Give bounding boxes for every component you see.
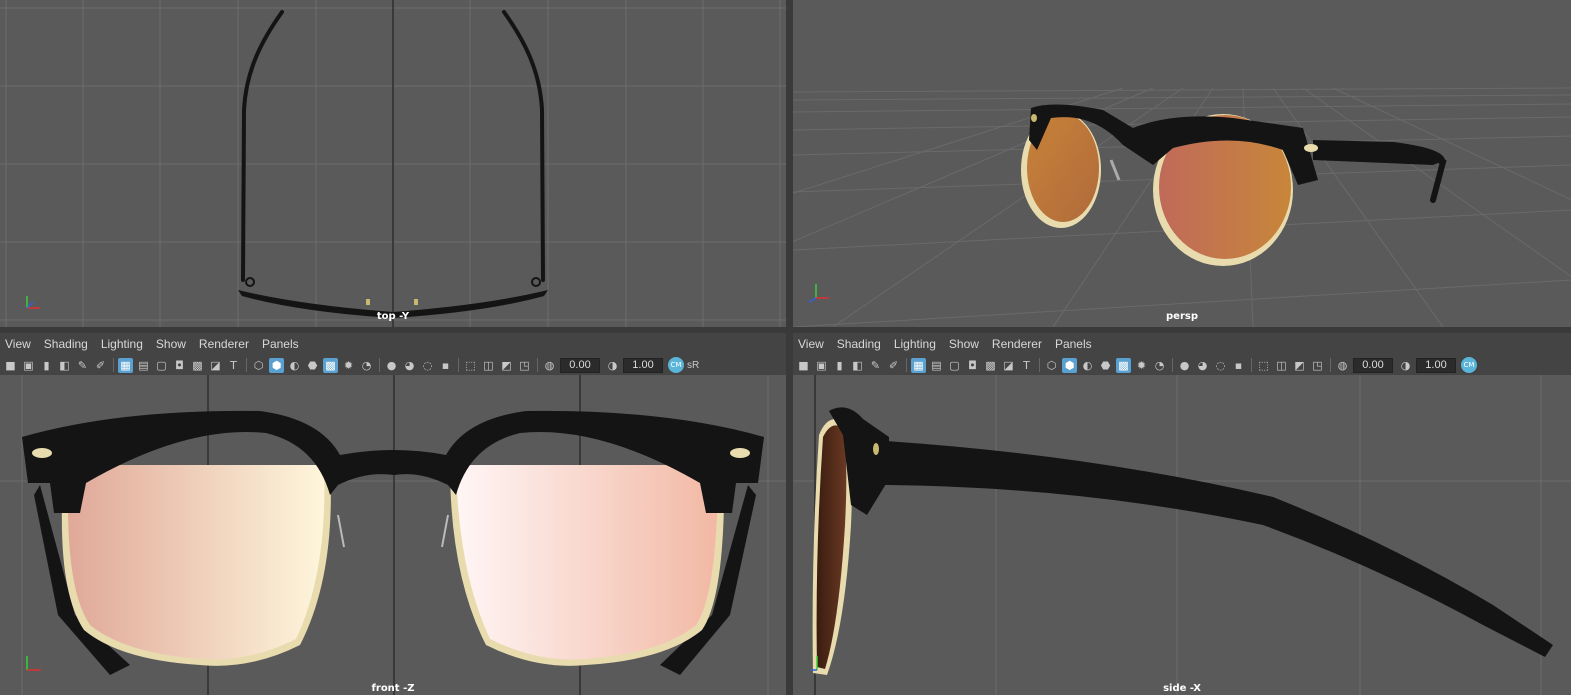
menu-show[interactable]: Show: [949, 337, 979, 351]
menu-view[interactable]: View: [798, 337, 824, 351]
safe-action-icon[interactable]: ◪: [208, 358, 223, 373]
resolution-gate-icon[interactable]: ▢: [154, 358, 169, 373]
xray-icon[interactable]: ◫: [1274, 358, 1289, 373]
menu-lighting[interactable]: Lighting: [894, 337, 936, 351]
bookmark-icon[interactable]: ▮: [832, 358, 847, 373]
xray-icon[interactable]: ◫: [481, 358, 496, 373]
image-plane-icon[interactable]: ◧: [850, 358, 865, 373]
xray-active-components-icon[interactable]: ◩: [1292, 358, 1307, 373]
safe-title-icon[interactable]: T: [1019, 358, 1034, 373]
viewport-top[interactable]: top -Y: [0, 0, 786, 327]
menu-shading[interactable]: Shading: [44, 337, 88, 351]
wireframe-icon[interactable]: ⬡: [251, 358, 266, 373]
wireframe-icon[interactable]: ⬡: [1044, 358, 1059, 373]
menu-renderer[interactable]: Renderer: [199, 337, 249, 351]
textured-icon[interactable]: ▩: [1116, 357, 1131, 373]
screen-space-ao-icon[interactable]: ●: [1177, 358, 1192, 373]
anti-aliasing-icon[interactable]: ◌: [1213, 358, 1228, 373]
gamma-field[interactable]: 1.00: [623, 357, 663, 373]
safe-action-icon[interactable]: ◪: [1001, 358, 1016, 373]
panel-menubar: View Shading Lighting Show Renderer Pane…: [793, 333, 1571, 355]
motion-blur-icon[interactable]: ◕: [1195, 358, 1210, 373]
grease-pencil-icon[interactable]: ✐: [93, 358, 108, 373]
menu-lighting[interactable]: Lighting: [101, 337, 143, 351]
panel-toolbar: ■ ▣ ▮ ◧ ✎ ✐ ▦ ▤ ▢ ◘ ▩ ◪ T ⬡ ⬢ ◐ ⬣ ▩ ✹ ◔ …: [793, 355, 1571, 375]
two-d-pan-zoom-icon[interactable]: ✎: [868, 358, 883, 373]
viewport-splitter-horizontal[interactable]: [0, 327, 1571, 333]
menu-panels[interactable]: Panels: [262, 337, 299, 351]
xray-joints-icon[interactable]: ◳: [517, 358, 532, 373]
wireframe-on-shaded-icon[interactable]: ⬣: [1098, 358, 1113, 373]
image-plane-icon[interactable]: ◧: [57, 358, 72, 373]
wireframe-on-shaded-icon[interactable]: ⬣: [305, 358, 320, 373]
field-chart-icon[interactable]: ▩: [983, 358, 998, 373]
two-d-pan-zoom-icon[interactable]: ✎: [75, 358, 90, 373]
menu-renderer[interactable]: Renderer: [992, 337, 1042, 351]
resolution-gate-icon[interactable]: ▢: [947, 358, 962, 373]
grid-toggle-icon[interactable]: ▦: [911, 357, 926, 373]
camera-label-persp: persp: [1166, 311, 1198, 322]
side-view-canvas[interactable]: [793, 375, 1571, 695]
menu-panels[interactable]: Panels: [1055, 337, 1092, 351]
camera-label-top: top -Y: [376, 311, 410, 322]
front-view-canvas[interactable]: [0, 375, 786, 695]
menu-shading[interactable]: Shading: [837, 337, 881, 351]
motion-blur-icon[interactable]: ◕: [402, 358, 417, 373]
camera-label-side: side -X: [1163, 683, 1201, 694]
isolate-select-icon[interactable]: ⬚: [1256, 358, 1271, 373]
gamma-icon[interactable]: ◑: [605, 358, 620, 373]
persp-view-canvas[interactable]: [793, 0, 1571, 327]
menu-view[interactable]: View: [5, 337, 31, 351]
use-lights-icon[interactable]: ✹: [1134, 358, 1149, 373]
camera-label-front: front -Z: [371, 683, 415, 694]
viewport-front[interactable]: View Shading Lighting Show Renderer Pane…: [0, 333, 786, 695]
select-camera-icon[interactable]: ■: [3, 358, 18, 373]
color-management-icon[interactable]: CM: [1461, 357, 1477, 373]
panel-menubar: View Shading Lighting Show Renderer Pane…: [0, 333, 786, 355]
field-chart-icon[interactable]: ▩: [190, 358, 205, 373]
safe-title-icon[interactable]: T: [226, 358, 241, 373]
film-gate-icon[interactable]: ▤: [136, 358, 151, 373]
exposure-icon[interactable]: ◍: [542, 358, 557, 373]
color-management-icon[interactable]: CM: [668, 357, 684, 373]
gate-mask-icon[interactable]: ◘: [965, 358, 980, 373]
smooth-shade-icon[interactable]: ⬢: [269, 357, 284, 373]
bookmark-icon[interactable]: ▮: [39, 358, 54, 373]
gate-mask-icon[interactable]: ◘: [172, 358, 187, 373]
default-material-icon[interactable]: ◐: [1080, 358, 1095, 373]
color-space-label: sR: [687, 359, 700, 371]
default-material-icon[interactable]: ◐: [287, 358, 302, 373]
xray-joints-icon[interactable]: ◳: [1310, 358, 1325, 373]
shadows-icon[interactable]: ◔: [1152, 358, 1167, 373]
film-gate-icon[interactable]: ▤: [929, 358, 944, 373]
smooth-shade-icon[interactable]: ⬢: [1062, 357, 1077, 373]
gamma-icon[interactable]: ◑: [1398, 358, 1413, 373]
exposure-icon[interactable]: ◍: [1335, 358, 1350, 373]
use-lights-icon[interactable]: ✹: [341, 358, 356, 373]
top-view-canvas[interactable]: [0, 0, 786, 327]
textured-icon[interactable]: ▩: [323, 357, 338, 373]
screen-space-ao-icon[interactable]: ●: [384, 358, 399, 373]
grid-toggle-icon[interactable]: ▦: [118, 357, 133, 373]
exposure-field[interactable]: 0.00: [1353, 357, 1393, 373]
select-camera-icon[interactable]: ■: [796, 358, 811, 373]
isolate-select-icon[interactable]: ⬚: [463, 358, 478, 373]
depth-of-field-icon[interactable]: ▪: [438, 358, 453, 373]
depth-of-field-icon[interactable]: ▪: [1231, 358, 1246, 373]
gamma-field[interactable]: 1.00: [1416, 357, 1456, 373]
viewport-persp[interactable]: persp: [793, 0, 1571, 327]
xray-active-components-icon[interactable]: ◩: [499, 358, 514, 373]
viewport-side[interactable]: View Shading Lighting Show Renderer Pane…: [793, 333, 1571, 695]
exposure-field[interactable]: 0.00: [560, 357, 600, 373]
grease-pencil-icon[interactable]: ✐: [886, 358, 901, 373]
camera-attributes-icon[interactable]: ▣: [814, 358, 829, 373]
anti-aliasing-icon[interactable]: ◌: [420, 358, 435, 373]
panel-toolbar: ■ ▣ ▮ ◧ ✎ ✐ ▦ ▤ ▢ ◘ ▩ ◪ T ⬡ ⬢ ◐ ⬣ ▩ ✹ ◔ …: [0, 355, 786, 375]
menu-show[interactable]: Show: [156, 337, 186, 351]
camera-attributes-icon[interactable]: ▣: [21, 358, 36, 373]
viewport-splitter-vertical[interactable]: [786, 0, 793, 695]
shadows-icon[interactable]: ◔: [359, 358, 374, 373]
